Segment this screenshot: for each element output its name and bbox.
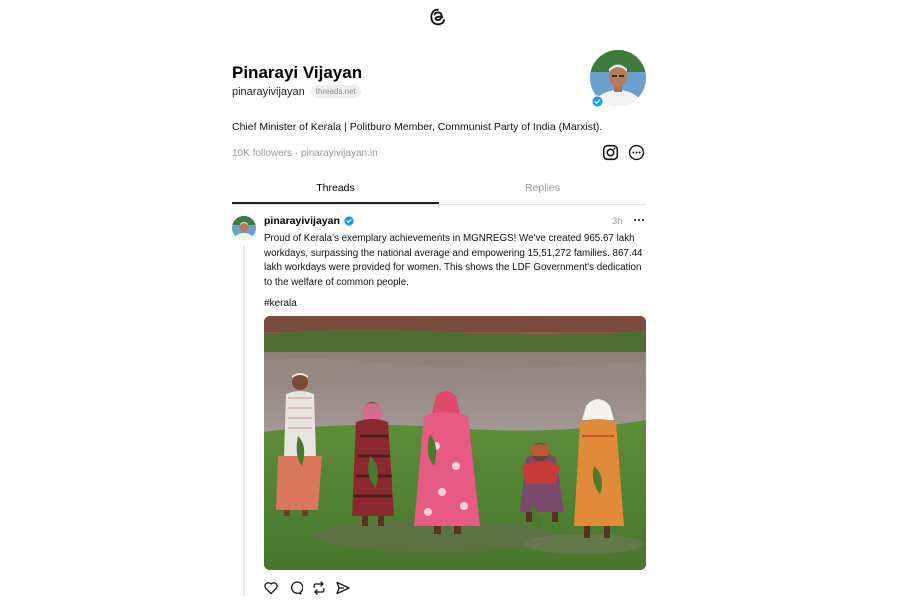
post-text: Proud of Kerala's exemplary achievements… — [264, 233, 643, 288]
post-author-avatar[interactable] — [232, 216, 256, 240]
followers-count[interactable]: 10K followers — [232, 148, 292, 159]
active-tab-indicator — [232, 202, 439, 204]
post-actions — [263, 580, 351, 596]
meta-separator: · — [294, 148, 299, 159]
profile-name: Pinarayi Vijayan — [232, 63, 363, 82]
profile-tabs: Threads Replies — [232, 177, 646, 205]
thread-post: pinarayivijayan 3h Proud of Kerala's exe… — [232, 212, 646, 600]
verified-badge-icon — [344, 216, 354, 226]
post-more-icon[interactable] — [633, 214, 645, 226]
profile-handle: pinarayivijayan — [232, 85, 305, 98]
post-timestamp[interactable]: 3h — [612, 216, 623, 227]
post-author-name[interactable]: pinarayivijayan — [264, 215, 340, 227]
profile-bio: Chief Minister of Kerala | Politburo Mem… — [232, 121, 603, 133]
heart-icon[interactable] — [263, 580, 279, 596]
share-icon[interactable] — [335, 580, 351, 596]
post-hashtag[interactable]: #kerala — [264, 298, 297, 309]
comment-icon[interactable] — [287, 580, 303, 596]
repost-icon[interactable] — [311, 580, 327, 596]
post-photo[interactable] — [264, 316, 646, 570]
profile-website[interactable]: pinarayivijayan.in — [301, 148, 378, 159]
post-author[interactable]: pinarayivijayan — [264, 215, 354, 227]
tab-threads[interactable]: Threads — [232, 182, 439, 194]
instagram-icon[interactable] — [602, 144, 619, 161]
verified-badge-icon — [591, 95, 604, 108]
threads-logo-icon[interactable] — [428, 7, 448, 27]
profile-meta: 10K followers · pinarayivijayan.in — [232, 148, 378, 159]
more-options-icon[interactable] — [628, 144, 645, 161]
domain-badge[interactable]: threads.net — [310, 85, 361, 98]
handle-row: pinarayivijayan threads.net — [232, 85, 361, 98]
tab-replies[interactable]: Replies — [439, 182, 646, 194]
thread-line — [243, 246, 245, 596]
